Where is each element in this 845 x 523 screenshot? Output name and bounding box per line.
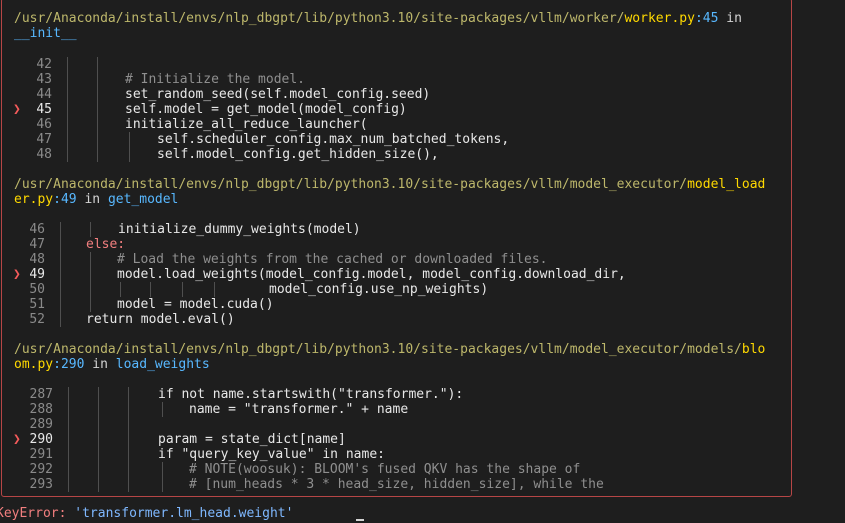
code-line: name = "transformer." + name: [189, 402, 409, 417]
code-line: param = state_dict[name]: [158, 432, 346, 447]
code-line: set_random_seed(self.model_config.seed): [125, 87, 431, 102]
frame-function: get_model: [107, 192, 179, 207]
line-number: 47: [29, 237, 45, 252]
frame-path-file: blo: [741, 342, 766, 357]
code-line: self.model_config.get_hidden_size(),: [157, 147, 439, 162]
exception-type: KeyError:: [0, 506, 67, 521]
code-line: # Load the weights from the cached or do…: [117, 252, 548, 267]
frame-path-lineno: :49: [53, 192, 77, 207]
code-line: # NOTE(woosuk): BLOOM's fused QKV has th…: [189, 462, 581, 477]
code-line: if not name.startswith("transformer."):: [158, 387, 464, 402]
indent-guide: [129, 132, 130, 162]
line-number: 50: [29, 282, 45, 297]
indent-guide: [162, 462, 163, 492]
frame-path: /usr/Anaconda/install/envs/nlp_dbgpt/lib…: [14, 11, 742, 26]
line-number: 48: [29, 252, 45, 267]
indent-guide: [90, 252, 91, 312]
code-line: self.model = get_model(model_config): [125, 102, 407, 117]
indent-guide: [162, 402, 163, 417]
line-number: 51: [29, 297, 45, 312]
frame-path-in: in: [84, 357, 116, 372]
terminal-cursor: [356, 519, 364, 521]
line-number: 45: [36, 102, 52, 117]
line-number: 46: [36, 117, 52, 132]
line-number: 287: [29, 387, 53, 402]
frame-path-in: in: [76, 192, 108, 207]
frame-path: /usr/Anaconda/install/envs/nlp_dbgpt/lib…: [14, 342, 765, 357]
code-line: # Initialize the model.: [125, 72, 306, 87]
frame-path-dir: /usr/Anaconda/install/envs/nlp_dbgpt/lib…: [14, 177, 688, 192]
indent-guide: [98, 387, 99, 492]
indent-guide: [90, 222, 91, 237]
line-number: 48: [36, 147, 52, 162]
code-line: model.load_weights(model_config.model, m…: [117, 267, 626, 282]
indent-guide: [120, 282, 121, 297]
indent-guide: [60, 222, 61, 327]
frame-path-lineno: :290: [53, 357, 85, 372]
line-number: 288: [29, 402, 53, 417]
indent-guide: [68, 387, 69, 492]
code-line: return model.eval(): [86, 312, 235, 327]
frame-path: /usr/Anaconda/install/envs/nlp_dbgpt/lib…: [14, 177, 765, 192]
frame-path-lineno: :45: [694, 11, 719, 26]
code-line: # [num_heads * 3 * head_size, hidden_siz…: [189, 477, 604, 492]
line-number: 290: [29, 432, 53, 447]
frame-function: __init__: [14, 26, 77, 41]
indent-guide: [214, 282, 215, 297]
frame-path-file: er.py: [14, 192, 54, 207]
frame-path-file: worker.py: [624, 11, 695, 26]
line-number: 43: [36, 72, 52, 87]
indent-guide: [97, 57, 98, 162]
frame-path-continued: om.py:290 in load_weights: [14, 357, 210, 372]
code-line: model_config.use_np_weights): [269, 282, 489, 297]
line-number: 44: [36, 87, 52, 102]
exception-value: 'transformer.lm_head.weight': [66, 506, 294, 521]
frame-path-file: model_load: [687, 177, 766, 192]
code-line: initialize_dummy_weights(model): [118, 222, 361, 237]
code-line: initialize_all_reduce_launcher(: [125, 117, 368, 132]
indent-guide: [67, 57, 68, 162]
line-number: 42: [36, 57, 52, 72]
exception-message: KeyError: 'transformer.lm_head.weight': [0, 506, 293, 521]
frame-path-continued: er.py:49 in get_model: [14, 192, 178, 207]
line-number: 291: [29, 447, 53, 462]
frame-function: load_weights: [115, 357, 210, 372]
line-number: 292: [29, 462, 53, 477]
frame-path-dir: /usr/Anaconda/install/envs/nlp_dbgpt/lib…: [14, 11, 625, 26]
line-number: 47: [36, 132, 52, 147]
code-line: else:: [86, 237, 126, 252]
line-number: 293: [29, 477, 53, 492]
indent-guide: [150, 282, 151, 297]
line-number: 52: [29, 312, 45, 327]
line-number: 289: [29, 417, 53, 432]
indent-guide: [128, 387, 129, 492]
code-line: model = model.cuda(): [117, 297, 274, 312]
indent-guide: [182, 282, 183, 297]
frame-path-dir: /usr/Anaconda/install/envs/nlp_dbgpt/lib…: [14, 342, 742, 357]
line-number: 46: [29, 222, 45, 237]
line-number: 49: [29, 267, 45, 282]
frame-path-file: om.py: [14, 357, 54, 372]
code-line: self.scheduler_config.max_num_batched_to…: [157, 132, 510, 147]
code-line: if "query_key_value" in name:: [158, 447, 385, 462]
frame-path-in: in: [718, 11, 742, 26]
